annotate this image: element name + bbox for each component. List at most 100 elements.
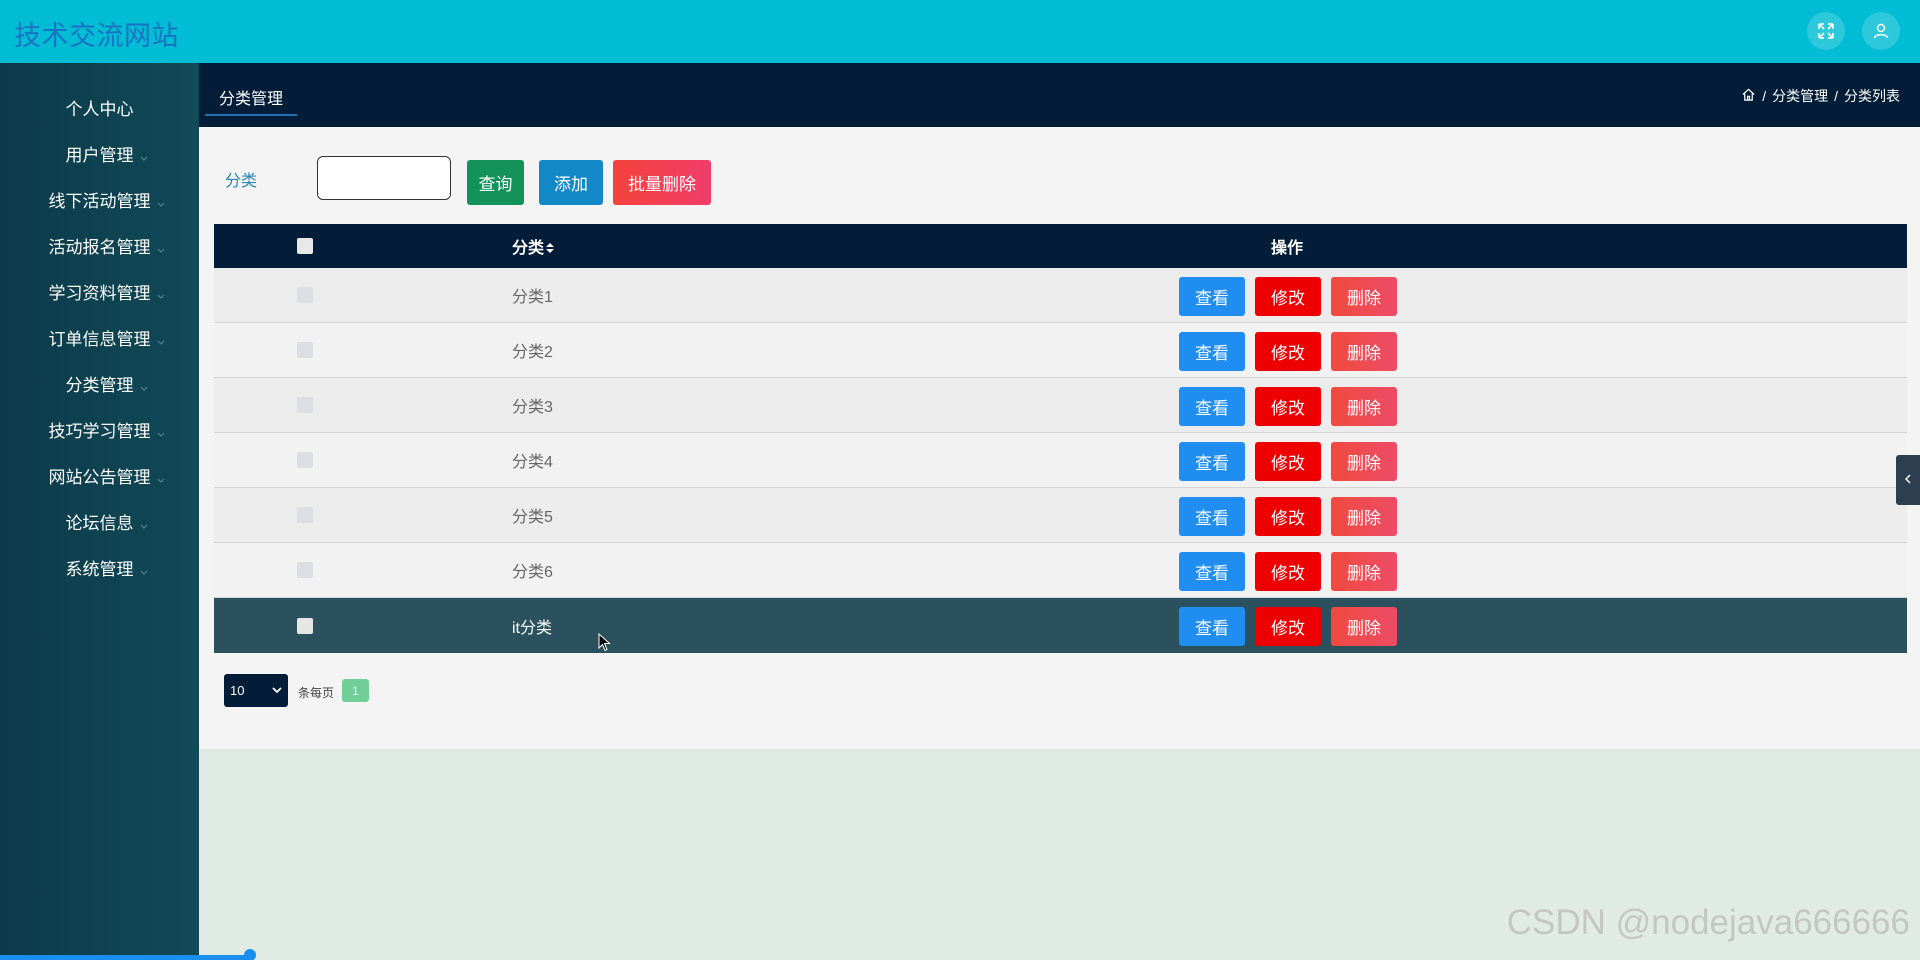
sidebar-item-site-notice[interactable]: 网站公告管理 bbox=[0, 455, 199, 495]
chevron-down-icon bbox=[157, 194, 165, 207]
top-header: 技术交流网站 bbox=[0, 0, 1920, 63]
category-cell: 分类6 bbox=[512, 564, 553, 581]
table-row: 分类3 查看 修改 删除 bbox=[214, 378, 1907, 433]
chevron-down-icon bbox=[140, 148, 148, 161]
sidebar-item-skill-learning[interactable]: 技巧学习管理 bbox=[0, 409, 199, 449]
table-row: 分类4 查看 修改 删除 bbox=[214, 433, 1907, 488]
per-page-label: 条每页 bbox=[298, 686, 335, 700]
sidebar-item-label: 系统管理 bbox=[65, 559, 134, 579]
page-size-value: 10 bbox=[230, 683, 245, 698]
chevron-down-icon bbox=[157, 240, 165, 253]
category-cell: 分类4 bbox=[512, 454, 553, 471]
sidebar-item-activity-signup[interactable]: 活动报名管理 bbox=[0, 225, 199, 265]
category-cell: 分类5 bbox=[512, 509, 553, 526]
category-cell: it分类 bbox=[512, 619, 553, 637]
breadcrumb-item[interactable]: 分类管理 bbox=[1772, 86, 1828, 106]
sidebar-item-label: 网站公告管理 bbox=[48, 467, 151, 487]
sidebar-item-label: 论坛信息 bbox=[65, 513, 134, 533]
breadcrumb-separator: / bbox=[1762, 88, 1767, 104]
view-button[interactable]: 查看 bbox=[1179, 552, 1245, 591]
view-button[interactable]: 查看 bbox=[1179, 277, 1245, 316]
progress-handle bbox=[244, 949, 256, 960]
table-header: 分类 操作 bbox=[214, 224, 1907, 268]
edit-button[interactable]: 修改 bbox=[1255, 552, 1321, 591]
sort-icon[interactable] bbox=[546, 241, 555, 253]
sidebar-item-label: 订单信息管理 bbox=[48, 329, 151, 349]
category-table: 分类 操作 分类1 查看 修改 删除 分类2 查看 修改 删除 分类3 查看 修… bbox=[214, 224, 1907, 653]
sidebar-item-label: 用户管理 bbox=[65, 145, 134, 165]
main-nav-bar bbox=[199, 63, 1920, 127]
breadcrumb: / 分类管理 / 分类列表 bbox=[1741, 86, 1900, 106]
tab-category-management[interactable]: 分类管理 bbox=[205, 75, 298, 116]
breadcrumb-item: 分类列表 bbox=[1844, 88, 1900, 104]
chevron-left-icon bbox=[1903, 471, 1913, 489]
site-title: 技术交流网站 bbox=[14, 21, 179, 51]
row-checkbox[interactable] bbox=[297, 397, 313, 413]
select-all-checkbox[interactable] bbox=[297, 238, 313, 254]
sidebar-item-label: 技巧学习管理 bbox=[48, 421, 151, 441]
sidebar-item-label: 个人中心 bbox=[65, 99, 134, 119]
category-filter-label: 分类 bbox=[225, 173, 258, 190]
collapse-panel-toggle[interactable] bbox=[1896, 455, 1920, 505]
chevron-down-icon bbox=[157, 424, 165, 437]
add-button[interactable]: 添加 bbox=[539, 160, 603, 205]
delete-button[interactable]: 删除 bbox=[1331, 497, 1397, 536]
sidebar-item-offline-activity[interactable]: 线下活动管理 bbox=[0, 179, 199, 219]
category-cell: 分类2 bbox=[512, 344, 553, 361]
batch-delete-button[interactable]: 批量删除 bbox=[613, 160, 711, 205]
view-button[interactable]: 查看 bbox=[1179, 442, 1245, 481]
row-checkbox[interactable] bbox=[297, 617, 313, 634]
sidebar-item-system[interactable]: 系统管理 bbox=[0, 547, 199, 587]
edit-button[interactable]: 修改 bbox=[1255, 387, 1321, 426]
delete-button[interactable]: 删除 bbox=[1331, 607, 1397, 646]
view-button[interactable]: 查看 bbox=[1179, 607, 1245, 646]
chevron-down-icon bbox=[272, 683, 282, 698]
sidebar-item-forum[interactable]: 论坛信息 bbox=[0, 501, 199, 541]
table-row: 分类6 查看 修改 删除 bbox=[214, 543, 1907, 598]
page-number-button[interactable]: 1 bbox=[342, 679, 369, 702]
column-header-actions: 操作 bbox=[1271, 240, 1304, 257]
row-checkbox[interactable] bbox=[297, 342, 313, 358]
row-checkbox[interactable] bbox=[297, 287, 313, 303]
sidebar-item-category-management[interactable]: 分类管理 bbox=[0, 363, 199, 403]
category-search-input[interactable] bbox=[317, 156, 451, 200]
view-button[interactable]: 查看 bbox=[1179, 332, 1245, 371]
table-row: 分类1 查看 修改 删除 bbox=[214, 268, 1907, 323]
view-button[interactable]: 查看 bbox=[1179, 387, 1245, 426]
chevron-down-icon bbox=[140, 378, 148, 391]
column-header-category[interactable]: 分类 bbox=[512, 234, 555, 258]
row-checkbox[interactable] bbox=[297, 452, 313, 468]
table-row: 分类2 查看 修改 删除 bbox=[214, 323, 1907, 378]
edit-button[interactable]: 修改 bbox=[1255, 607, 1321, 646]
delete-button[interactable]: 删除 bbox=[1331, 332, 1397, 371]
chevron-down-icon bbox=[157, 332, 165, 345]
mouse-cursor-icon bbox=[598, 632, 612, 653]
breadcrumb-separator: / bbox=[1834, 88, 1838, 104]
user-icon[interactable] bbox=[1862, 12, 1900, 50]
category-cell: 分类1 bbox=[512, 289, 553, 306]
sidebar-item-label: 分类管理 bbox=[65, 375, 134, 395]
sidebar-item-order-info[interactable]: 订单信息管理 bbox=[0, 317, 199, 357]
category-cell: 分类3 bbox=[512, 399, 553, 416]
row-checkbox[interactable] bbox=[297, 562, 313, 578]
edit-button[interactable]: 修改 bbox=[1255, 442, 1321, 481]
view-button[interactable]: 查看 bbox=[1179, 497, 1245, 536]
delete-button[interactable]: 删除 bbox=[1331, 442, 1397, 481]
loading-progress-bar bbox=[0, 955, 250, 960]
chevron-down-icon bbox=[157, 470, 165, 483]
sidebar-item-study-materials[interactable]: 学习资料管理 bbox=[0, 271, 199, 311]
sidebar-item-label: 活动报名管理 bbox=[48, 237, 151, 257]
row-checkbox[interactable] bbox=[297, 507, 313, 523]
delete-button[interactable]: 删除 bbox=[1331, 552, 1397, 591]
home-icon[interactable] bbox=[1741, 87, 1756, 105]
fullscreen-icon[interactable] bbox=[1807, 12, 1845, 50]
sidebar-item-personal-center[interactable]: 个人中心 bbox=[0, 87, 199, 127]
edit-button[interactable]: 修改 bbox=[1255, 332, 1321, 371]
edit-button[interactable]: 修改 bbox=[1255, 497, 1321, 536]
edit-button[interactable]: 修改 bbox=[1255, 277, 1321, 316]
sidebar-item-user-management[interactable]: 用户管理 bbox=[0, 133, 199, 173]
delete-button[interactable]: 删除 bbox=[1331, 277, 1397, 316]
query-button[interactable]: 查询 bbox=[467, 160, 524, 205]
delete-button[interactable]: 删除 bbox=[1331, 387, 1397, 426]
page-size-select[interactable]: 10 bbox=[224, 674, 288, 707]
